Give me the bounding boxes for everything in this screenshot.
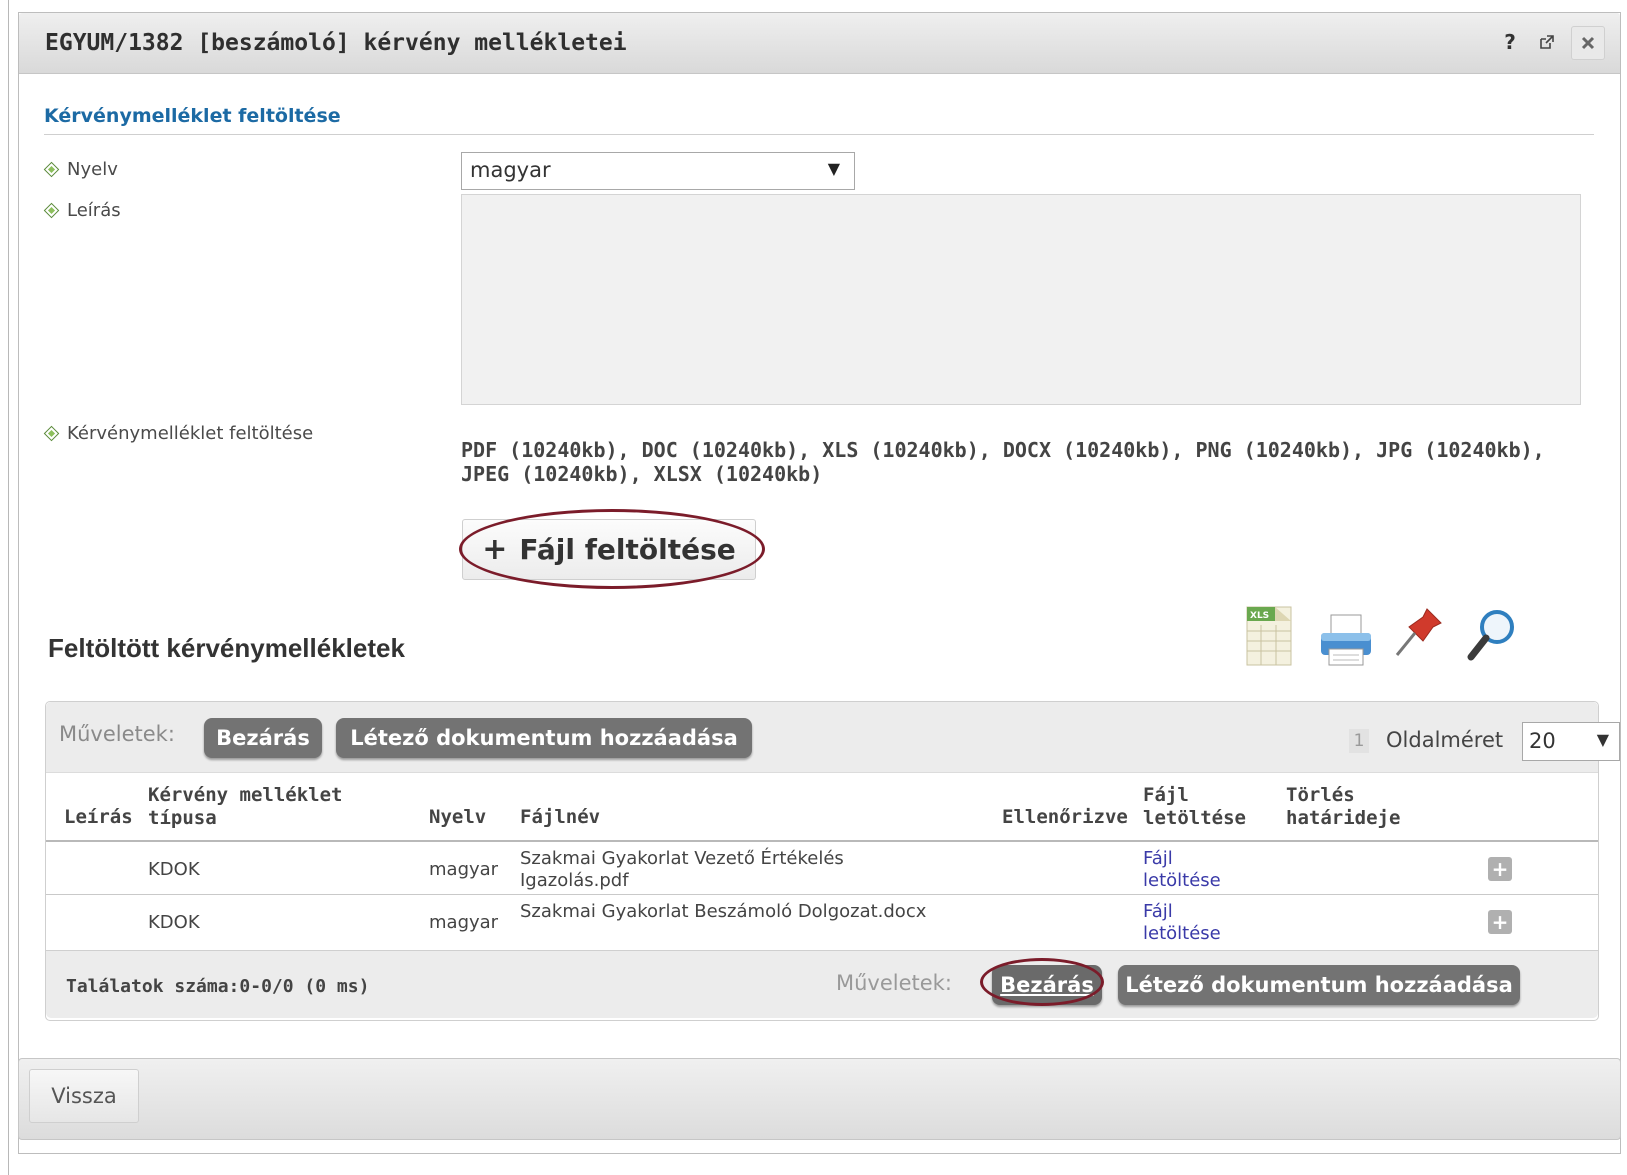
footer-add-existing-document-button[interactable]: Létező dokumentum hozzáadása xyxy=(1118,965,1520,1005)
cell-tipus: KDOK xyxy=(148,912,200,933)
description-label-text: Leírás xyxy=(67,200,121,221)
file-download-link[interactable]: Fájl letöltése xyxy=(1143,848,1253,892)
dialog-title: EGYUM/1382 [beszámoló] kérvény melléklet… xyxy=(45,30,627,56)
row-divider xyxy=(46,894,1598,895)
file-upload-button-label: Fájl feltöltése xyxy=(519,533,736,566)
col-header-nyelv[interactable]: Nyelv xyxy=(429,806,486,829)
popout-icon[interactable] xyxy=(1531,26,1563,58)
page-size-select[interactable]: 20 ▼ xyxy=(1522,722,1620,761)
add-existing-document-button[interactable]: Létező dokumentum hozzáadása xyxy=(336,718,752,758)
close-button[interactable]: Bezárás xyxy=(204,718,322,758)
col-header-letoltes[interactable]: Fájl letöltése xyxy=(1143,784,1273,830)
bullet-icon xyxy=(43,425,60,442)
language-label-text: Nyelv xyxy=(67,159,118,180)
description-label: Leírás xyxy=(43,200,121,221)
col-header-ellenorizve[interactable]: Ellenőrizve xyxy=(1002,806,1128,829)
file-upload-label: Kérvénymelléklet feltöltése xyxy=(43,423,314,444)
col-header-torles[interactable]: Törlés határideje xyxy=(1286,784,1426,830)
cell-nyelv: magyar xyxy=(429,912,499,933)
chevron-down-icon: ▼ xyxy=(827,159,840,178)
ops-label: Műveletek: xyxy=(59,722,175,746)
pin-icon[interactable] xyxy=(1387,601,1449,677)
help-icon[interactable]: ? xyxy=(1494,26,1526,58)
file-upload-label-text: Kérvénymelléklet feltöltése xyxy=(67,423,314,444)
description-textarea[interactable] xyxy=(461,194,1581,405)
expand-row-icon[interactable]: + xyxy=(1488,910,1512,934)
bullet-icon xyxy=(43,202,60,219)
section-divider xyxy=(44,134,1594,135)
close-icon[interactable] xyxy=(1571,26,1605,60)
attachments-dialog: EGYUM/1382 [beszámoló] kérvény melléklet… xyxy=(18,12,1621,1154)
file-upload-button[interactable]: + Fájl feltöltése xyxy=(462,519,756,580)
col-header-fajlnev[interactable]: Fájlnév xyxy=(520,806,600,829)
language-select-value: magyar xyxy=(470,158,551,182)
col-header-leiras[interactable]: Leírás xyxy=(64,806,133,829)
cell-fajlnev: Szakmai Gyakorlat Vezető Értékelés Igazo… xyxy=(520,848,844,891)
page-size-label: Oldalméret xyxy=(1386,728,1504,752)
language-label: Nyelv xyxy=(43,159,118,180)
file-download-link[interactable]: Fájl letöltése xyxy=(1143,901,1253,945)
print-icon[interactable] xyxy=(1315,601,1377,677)
search-icon[interactable] xyxy=(1459,601,1521,677)
cell-tipus: KDOK xyxy=(148,859,200,880)
background-divider xyxy=(8,0,9,1175)
chevron-down-icon: ▼ xyxy=(1596,730,1609,749)
result-count: Találatok száma:0-0/0 (0 ms) xyxy=(66,976,370,997)
grid-footer: Találatok száma:0-0/0 (0 ms) Műveletek: … xyxy=(46,950,1598,1018)
xls-export-icon[interactable]: XLS xyxy=(1241,601,1303,677)
footer-ops-label: Műveletek: xyxy=(836,971,952,995)
background-strip xyxy=(0,0,1627,8)
header-divider xyxy=(46,840,1598,842)
cell-fajlnev: Szakmai Gyakorlat Beszámoló Dolgozat.doc… xyxy=(520,901,927,922)
col-header-tipus[interactable]: Kérvény melléklet típusa xyxy=(148,784,388,830)
language-select[interactable]: magyar ▼ xyxy=(461,152,855,190)
grid-toolbar: Műveletek: Bezárás Létező dokumentum hoz… xyxy=(46,702,1620,773)
bullet-icon xyxy=(43,161,60,178)
results-grid: Műveletek: Bezárás Létező dokumentum hoz… xyxy=(45,701,1620,1021)
plus-icon: + xyxy=(482,532,508,567)
bottom-bar: Vissza xyxy=(18,1058,1621,1140)
footer-close-button[interactable]: Bezárás xyxy=(992,965,1102,1005)
back-button[interactable]: Vissza xyxy=(29,1069,139,1123)
page-number[interactable]: 1 xyxy=(1349,729,1369,753)
expand-row-icon[interactable]: + xyxy=(1488,857,1512,881)
svg-text:XLS: XLS xyxy=(1250,611,1269,621)
upload-section-title: Kérvénymelléklet feltöltése xyxy=(44,105,341,127)
dialog-titlebar: EGYUM/1382 [beszámoló] kérvény melléklet… xyxy=(19,13,1620,74)
cell-nyelv: magyar xyxy=(429,859,499,880)
page-size-value: 20 xyxy=(1529,729,1556,753)
allowed-file-types: PDF (10240kb), DOC (10240kb), XLS (10240… xyxy=(461,438,1545,486)
uploaded-section-title: Feltöltött kérvénymellékletek xyxy=(48,633,405,663)
